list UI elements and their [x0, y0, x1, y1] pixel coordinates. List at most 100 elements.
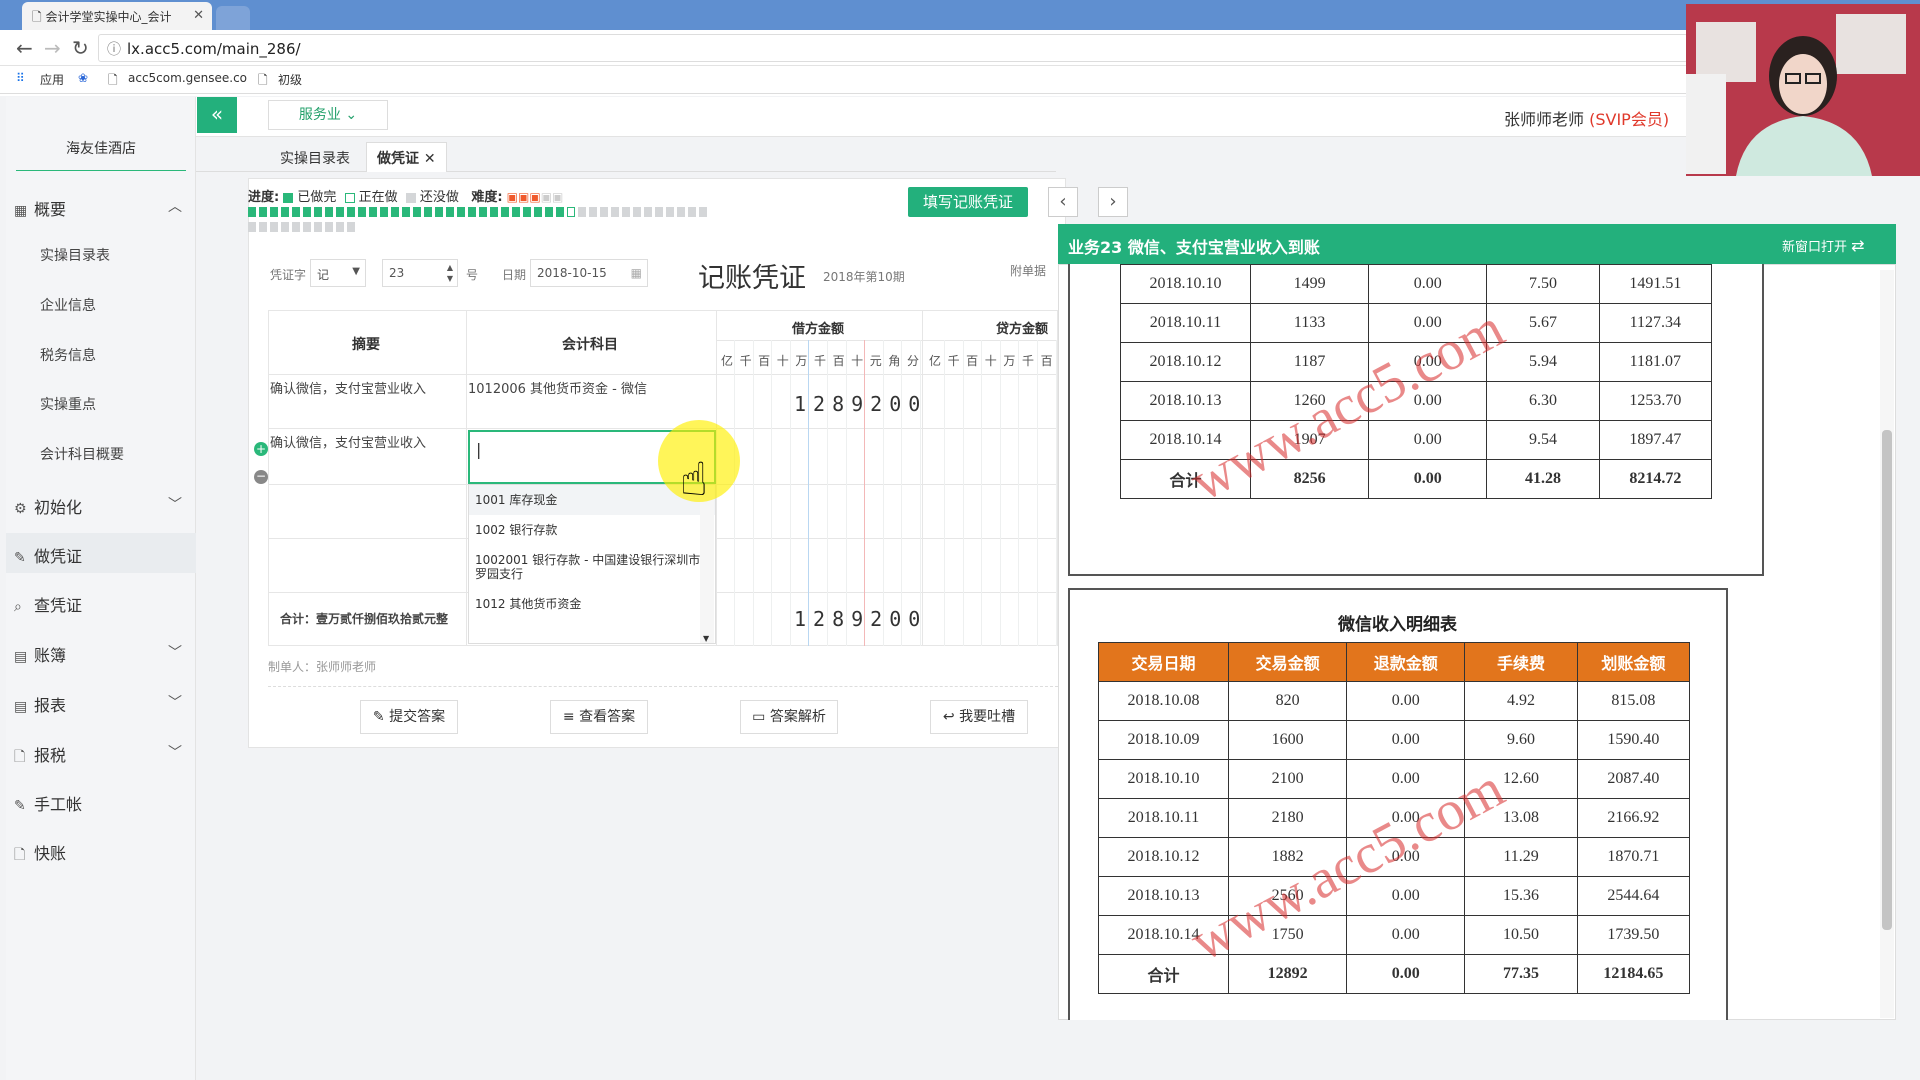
progress-cell[interactable]: [413, 207, 421, 217]
progress-cell[interactable]: [325, 207, 333, 217]
progress-cell[interactable]: [336, 207, 344, 217]
progress-cell[interactable]: [292, 207, 300, 217]
answer-analysis-button[interactable]: ▭ 答案解析: [740, 700, 838, 734]
menu-quick-book[interactable]: 🗋 快账: [6, 830, 196, 870]
menu-ledger[interactable]: ▤ 账簿 ﹀: [6, 632, 196, 672]
bookmark-apps[interactable]: 应用: [40, 71, 64, 88]
progress-cell[interactable]: [281, 207, 289, 217]
progress-cell[interactable]: [380, 207, 388, 217]
feedback-button[interactable]: ↩ 我要吐槽: [930, 700, 1028, 734]
progress-cell[interactable]: [578, 207, 586, 217]
progress-cell[interactable]: [677, 207, 685, 217]
row2-summary[interactable]: 确认微信，支付宝营业收入: [270, 432, 426, 451]
address-bar[interactable]: ⓘ lx.acc5.com/main_286/: [98, 34, 1688, 62]
close-icon[interactable]: ✕: [424, 151, 436, 167]
progress-cell[interactable]: [589, 207, 597, 217]
progress-cell[interactable]: [666, 207, 674, 217]
scrollbar-thumb[interactable]: [1882, 430, 1892, 930]
row1-account[interactable]: 1012006 其他货币资金 - 微信: [468, 378, 647, 397]
industry-select[interactable]: 服务业 ⌄: [268, 100, 388, 130]
bookmark-chuji[interactable]: 初级: [278, 71, 302, 88]
menu-search-voucher[interactable]: ⌕ 查凭证: [6, 582, 196, 622]
progress-cell[interactable]: [501, 207, 509, 217]
progress-cell[interactable]: [611, 207, 619, 217]
progress-cell[interactable]: [490, 207, 498, 217]
progress-cell[interactable]: [545, 207, 553, 217]
progress-cell[interactable]: [303, 207, 311, 217]
reload-icon[interactable]: ↻: [72, 36, 89, 60]
row1-debit[interactable]: 1289200: [794, 392, 927, 416]
dropdown-scrollbar[interactable]: ▼: [700, 485, 714, 643]
progress-cell[interactable]: [688, 207, 696, 217]
progress-cell[interactable]: [347, 207, 355, 217]
tab-make-voucher[interactable]: 做凭证 ✕: [366, 142, 447, 172]
progress-cell[interactable]: [248, 207, 256, 217]
remove-row-icon[interactable]: −: [254, 470, 268, 484]
new-tab-button[interactable]: [216, 6, 250, 30]
bookmark-gensee[interactable]: acc5com.gensee.co: [128, 71, 247, 85]
close-tab-icon[interactable]: ✕: [193, 8, 204, 23]
tab-catalog[interactable]: 实操目录表: [270, 148, 360, 174]
sub-item-company-info[interactable]: 企业信息: [6, 286, 196, 322]
progress-cell[interactable]: [270, 207, 278, 217]
fill-voucher-button[interactable]: 填写记账凭证: [908, 187, 1028, 217]
progress-cell[interactable]: [468, 207, 476, 217]
add-row-icon[interactable]: +: [254, 442, 268, 456]
progress-cell[interactable]: [567, 207, 575, 217]
progress-cell[interactable]: [347, 222, 355, 232]
date-input[interactable]: 2018-10-15 ▦: [530, 259, 648, 287]
progress-cell[interactable]: [512, 207, 520, 217]
menu-tax[interactable]: 🗋 报税 ﹀: [6, 732, 196, 772]
next-button[interactable]: ›: [1098, 187, 1128, 217]
menu-initialize[interactable]: ⚙ 初始化 ﹀: [6, 484, 196, 524]
progress-cell[interactable]: [292, 222, 300, 232]
sub-item-account-summary[interactable]: 会计科目概要: [6, 435, 196, 471]
menu-overview[interactable]: ▦ 概要 ︿: [6, 186, 196, 226]
progress-cell[interactable]: [435, 207, 443, 217]
voucher-number-input[interactable]: 23 ▲ ▼: [382, 259, 458, 287]
progress-cell[interactable]: [314, 222, 322, 232]
progress-cell[interactable]: [446, 207, 454, 217]
dropdown-option[interactable]: 1002001 银行存款 - 中国建设银行深圳市罗园支行: [469, 545, 715, 589]
progress-cell[interactable]: [314, 207, 322, 217]
submit-answer-button[interactable]: ✎ 提交答案: [360, 700, 458, 734]
progress-cell[interactable]: [358, 207, 366, 217]
progress-cell[interactable]: [600, 207, 608, 217]
sub-item-tax-info[interactable]: 税务信息: [6, 336, 196, 372]
calendar-icon[interactable]: ▦: [631, 266, 642, 280]
progress-cell[interactable]: [369, 207, 377, 217]
prev-button[interactable]: ‹: [1048, 187, 1078, 217]
dropdown-option[interactable]: 1012 其他货币资金: [469, 589, 715, 619]
open-new-window-link[interactable]: 新窗口打开 ⇄: [1782, 236, 1865, 255]
progress-cell[interactable]: [457, 207, 465, 217]
menu-make-voucher[interactable]: ✎ 做凭证: [6, 533, 196, 573]
progress-cell[interactable]: [259, 207, 267, 217]
apps-icon[interactable]: ⠿: [16, 71, 25, 85]
progress-cell[interactable]: [270, 222, 278, 232]
browser-tab[interactable]: 🗋 会计学堂实操中心_会计 ✕: [22, 2, 212, 30]
stepper-icon[interactable]: ▲ ▼: [447, 262, 453, 284]
menu-manual-book[interactable]: ✎ 手工帐: [6, 781, 196, 821]
progress-cell[interactable]: [336, 222, 344, 232]
progress-cell[interactable]: [556, 207, 564, 217]
sub-item-key-points[interactable]: 实操重点: [6, 385, 196, 421]
row1-summary[interactable]: 确认微信，支付宝营业收入: [270, 378, 426, 397]
progress-cell[interactable]: [534, 207, 542, 217]
menu-reports[interactable]: ▤ 报表 ﹀: [6, 682, 196, 722]
dropdown-option[interactable]: 1002 银行存款: [469, 515, 715, 545]
progress-cell[interactable]: [523, 207, 531, 217]
progress-cell[interactable]: [479, 207, 487, 217]
sub-item-catalog[interactable]: 实操目录表: [6, 236, 196, 272]
progress-cell[interactable]: [633, 207, 641, 217]
voucher-type-select[interactable]: 记 ▼: [310, 259, 366, 287]
progress-cell[interactable]: [699, 207, 707, 217]
progress-cell[interactable]: [402, 207, 410, 217]
progress-cell[interactable]: [303, 222, 311, 232]
progress-cell[interactable]: [655, 207, 663, 217]
progress-cell[interactable]: [644, 207, 652, 217]
progress-cell[interactable]: [281, 222, 289, 232]
back-icon[interactable]: ←: [16, 36, 33, 60]
progress-cell[interactable]: [259, 222, 267, 232]
progress-cell[interactable]: [248, 222, 256, 232]
progress-cell[interactable]: [391, 207, 399, 217]
